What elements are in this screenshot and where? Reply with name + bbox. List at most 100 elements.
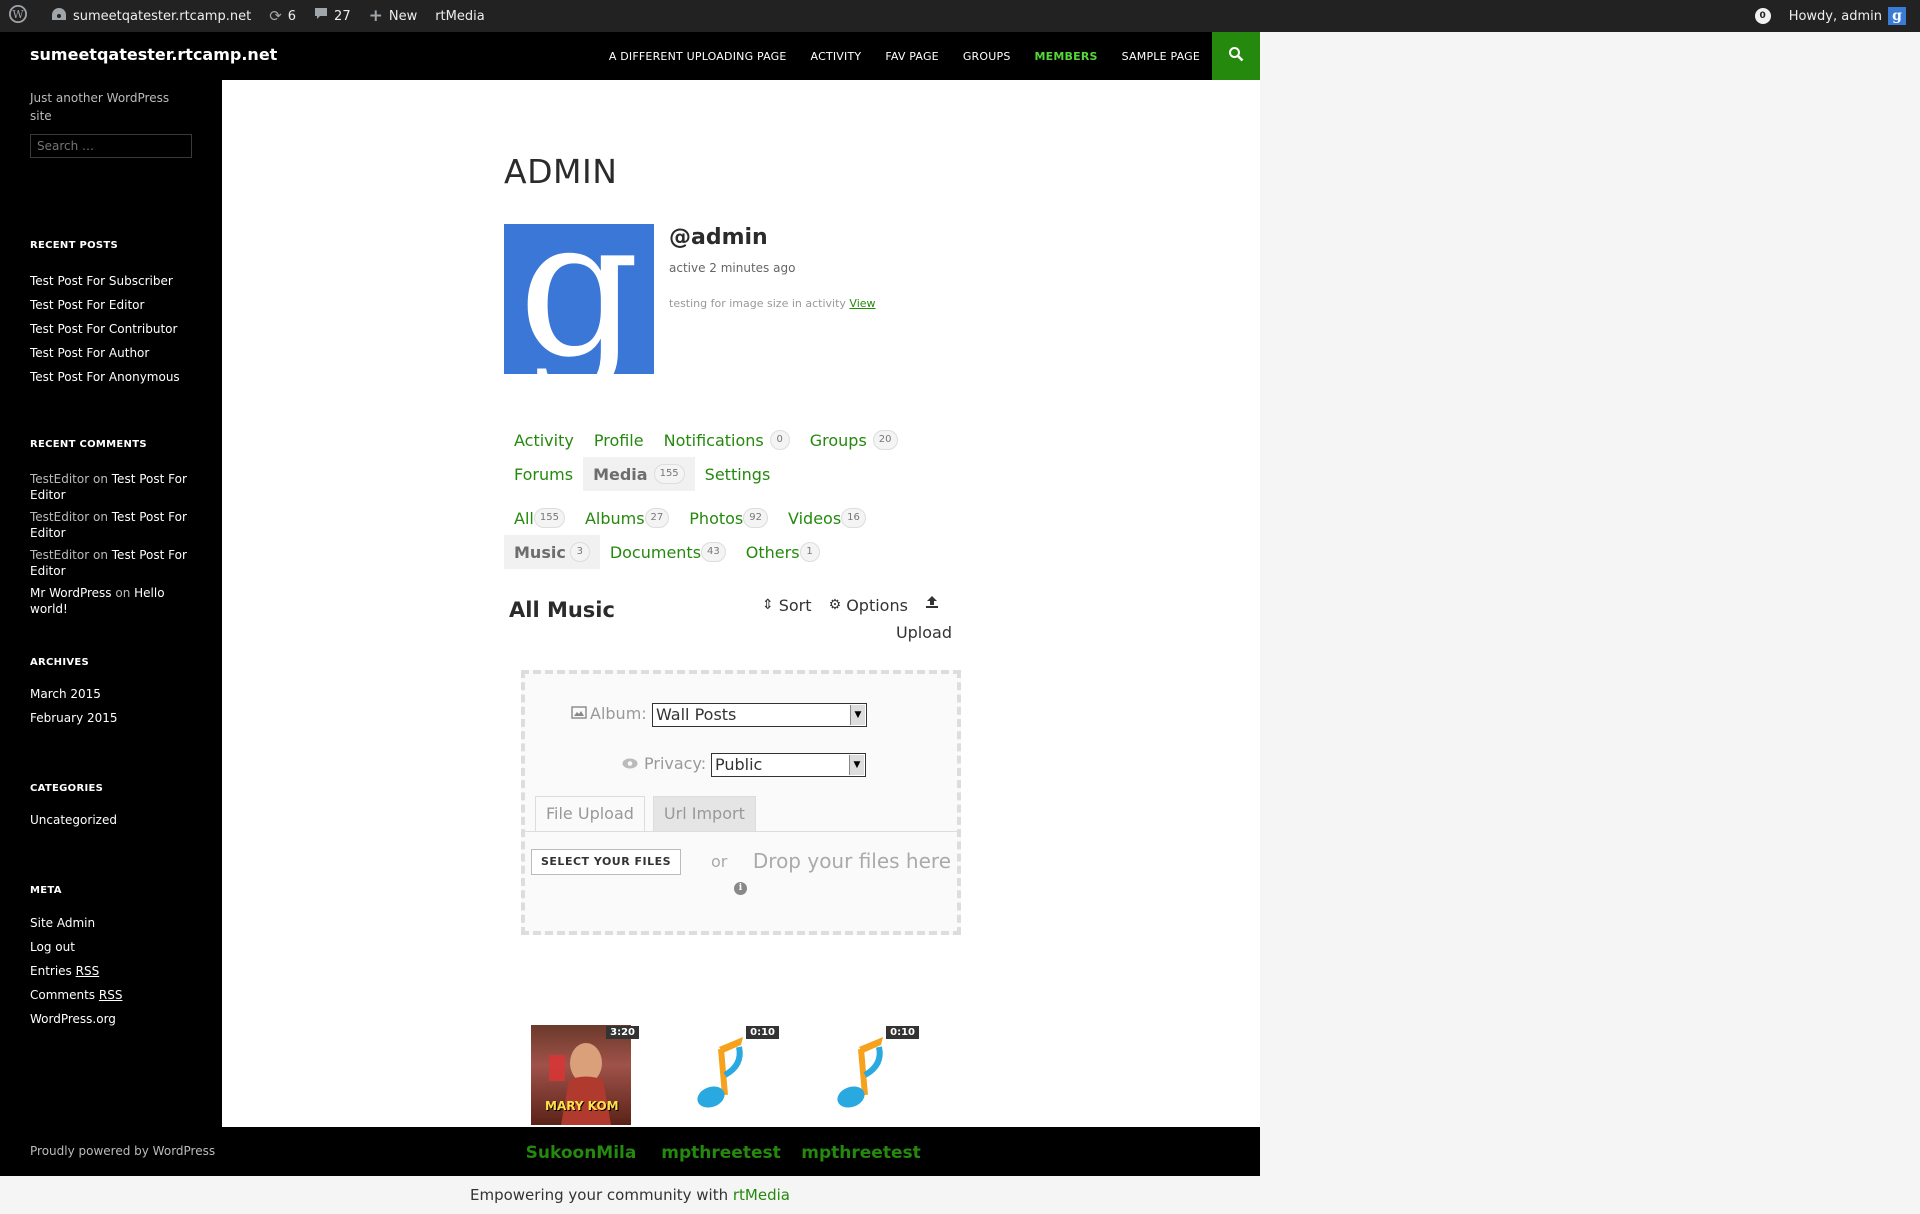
subtab-documents[interactable]: Documents 43 bbox=[600, 535, 736, 569]
media-thumbnail[interactable]: 0:10 bbox=[671, 1025, 779, 1125]
updates-menu[interactable]: ⟳ 6 bbox=[260, 0, 305, 32]
tab-groups[interactable]: Groups 20 bbox=[800, 423, 908, 457]
nav-item-uploading-page[interactable]: A DIFFERENT UPLOADING PAGE bbox=[597, 50, 799, 63]
album-select[interactable]: Wall Posts ▼ bbox=[652, 703, 867, 727]
site-name-label: sumeetqatester.rtcamp.net bbox=[73, 8, 252, 24]
recent-post-link[interactable]: Test Post For Subscriber bbox=[30, 273, 195, 289]
site-title[interactable]: sumeetqatester.rtcamp.net bbox=[30, 45, 277, 64]
info-icon[interactable]: i bbox=[734, 882, 747, 895]
comment-on: on bbox=[92, 510, 108, 524]
subtab-albums[interactable]: Albums 27 bbox=[575, 501, 679, 535]
privacy-select[interactable]: Public ▼ bbox=[711, 753, 866, 777]
recent-post-link[interactable]: Test Post For Contributor bbox=[30, 321, 195, 337]
nav-item-sample-page[interactable]: SAMPLE PAGE bbox=[1110, 50, 1212, 63]
eye-icon bbox=[622, 754, 638, 773]
archive-link[interactable]: March 2015 bbox=[30, 686, 195, 702]
wordpress-logo-menu[interactable]: W bbox=[0, 0, 42, 32]
comments-label: Comments bbox=[30, 988, 96, 1002]
recent-post-link[interactable]: Test Post For Editor bbox=[30, 297, 195, 313]
options-button[interactable]: ⚙ Options bbox=[829, 596, 908, 615]
wordpress-org-link[interactable]: WordPress.org bbox=[30, 1011, 195, 1027]
tab-notifications[interactable]: Notifications 0 bbox=[654, 423, 800, 457]
tab-profile[interactable]: Profile bbox=[584, 423, 654, 457]
nav-item-fav-page[interactable]: FAV PAGE bbox=[873, 50, 951, 63]
recent-comment-item: TestEditor on Test Post For Editor bbox=[30, 471, 195, 503]
dashboard-icon bbox=[51, 7, 67, 25]
rtmedia-menu[interactable]: rtMedia bbox=[426, 0, 494, 32]
tab-label: Albums bbox=[584, 508, 645, 528]
howdy-label: Howdy, admin bbox=[1788, 8, 1882, 24]
comment-author[interactable]: Mr WordPress bbox=[30, 586, 112, 600]
recent-post-link[interactable]: Test Post For Anonymous bbox=[30, 369, 195, 385]
tab-file-upload[interactable]: File Upload bbox=[535, 796, 645, 832]
tab-url-import[interactable]: Url Import bbox=[652, 796, 756, 832]
footer-credit[interactable]: Proudly powered by WordPress bbox=[30, 1144, 215, 1158]
subtab-photos[interactable]: Photos 92 bbox=[679, 501, 778, 535]
tab-label: Videos bbox=[788, 508, 842, 528]
site-admin-link[interactable]: Site Admin bbox=[30, 915, 195, 931]
drop-files-hint: Drop your files here bbox=[752, 849, 951, 873]
site-tagline: Just another WordPress site bbox=[30, 91, 170, 123]
tab-activity[interactable]: Activity bbox=[504, 423, 584, 457]
media-title-link[interactable]: mpthreetest bbox=[791, 1143, 931, 1163]
sidebar-search-input[interactable] bbox=[30, 134, 192, 158]
category-link[interactable]: Uncategorized bbox=[30, 812, 195, 828]
recent-posts-title: RECENT POSTS bbox=[30, 240, 119, 251]
archive-link[interactable]: February 2015 bbox=[30, 710, 195, 726]
sort-label: Sort bbox=[778, 595, 812, 615]
last-active-time: active 2 minutes ago bbox=[669, 261, 796, 275]
profile-avatar[interactable]: g bbox=[504, 224, 654, 374]
subtab-all[interactable]: All 155 bbox=[504, 501, 575, 535]
subtab-others[interactable]: Others 1 bbox=[736, 535, 830, 569]
media-item[interactable]: 0:10 mpthreetest bbox=[791, 1025, 931, 1163]
nav-item-members[interactable]: MEMBERS bbox=[1023, 50, 1110, 63]
notifications-count: 0 bbox=[1754, 8, 1771, 24]
nav-item-activity[interactable]: ACTIVITY bbox=[799, 50, 874, 63]
site-name-menu[interactable]: sumeetqatester.rtcamp.net bbox=[42, 0, 260, 32]
comment-on: on bbox=[115, 586, 131, 600]
upload-dropzone[interactable]: Album: Wall Posts ▼ Privacy: Public ▼ Fi… bbox=[521, 670, 961, 935]
media-title-link[interactable]: mpthreetest bbox=[651, 1143, 791, 1163]
notifications-menu[interactable]: 0 bbox=[1746, 0, 1780, 32]
media-title-link[interactable]: SukoonMila bbox=[511, 1143, 651, 1163]
rss-abbr: RSS bbox=[98, 988, 123, 1002]
nav-item-groups[interactable]: GROUPS bbox=[951, 50, 1023, 63]
comments-menu[interactable]: 27 bbox=[305, 0, 360, 32]
tab-forums[interactable]: Forums bbox=[504, 457, 583, 491]
categories-list: Uncategorized bbox=[30, 812, 195, 836]
view-update-link[interactable]: View bbox=[849, 297, 875, 310]
tab-media[interactable]: Media 155 bbox=[583, 457, 695, 491]
tab-settings[interactable]: Settings bbox=[695, 457, 781, 491]
media-item[interactable]: 0:10 mpthreetest bbox=[651, 1025, 791, 1163]
upload-button[interactable]: Upload bbox=[762, 623, 952, 642]
tab-label: Others bbox=[745, 542, 800, 562]
recent-post-link[interactable]: Test Post For Author bbox=[30, 345, 195, 361]
media-thumbnail[interactable]: MARY KOM 3:20 bbox=[531, 1025, 639, 1125]
sort-button[interactable]: ⇕ Sort bbox=[762, 596, 812, 615]
new-content-menu[interactable]: + New bbox=[360, 0, 427, 32]
tab-count: 155 bbox=[533, 508, 565, 528]
image-icon bbox=[571, 704, 587, 723]
album-label: Album: bbox=[590, 704, 647, 723]
media-item[interactable]: MARY KOM 3:20 SukoonMila bbox=[511, 1025, 651, 1163]
comments-rss-link[interactable]: Comments RSS bbox=[30, 987, 195, 1003]
search-toggle-button[interactable] bbox=[1212, 32, 1260, 80]
recent-comment-item: TestEditor on Test Post For Editor bbox=[30, 547, 195, 579]
upload-icon-button[interactable] bbox=[925, 595, 944, 613]
privacy-row-label: Privacy: bbox=[622, 754, 706, 773]
comment-bubble-icon bbox=[314, 7, 328, 25]
subtab-music[interactable]: Music 3 bbox=[504, 535, 600, 569]
upload-icon bbox=[925, 595, 939, 613]
my-account-menu[interactable]: Howdy, admin g bbox=[1780, 0, 1920, 32]
rtmedia-footer-link[interactable]: rtMedia bbox=[733, 1186, 790, 1204]
select-files-button[interactable]: SELECT YOUR FILES bbox=[531, 849, 682, 875]
privacy-selected-value: Public bbox=[715, 755, 763, 774]
media-thumbnail[interactable]: 0:10 bbox=[811, 1025, 919, 1125]
dropdown-arrow-icon: ▼ bbox=[849, 755, 864, 775]
subtab-videos[interactable]: Videos 16 bbox=[778, 501, 876, 535]
profile-handle: @admin bbox=[669, 225, 768, 250]
log-out-link[interactable]: Log out bbox=[30, 939, 195, 955]
tab-count: 20 bbox=[872, 430, 898, 450]
entries-rss-link[interactable]: Entries RSS bbox=[30, 963, 195, 979]
comments-count: 27 bbox=[334, 8, 351, 24]
